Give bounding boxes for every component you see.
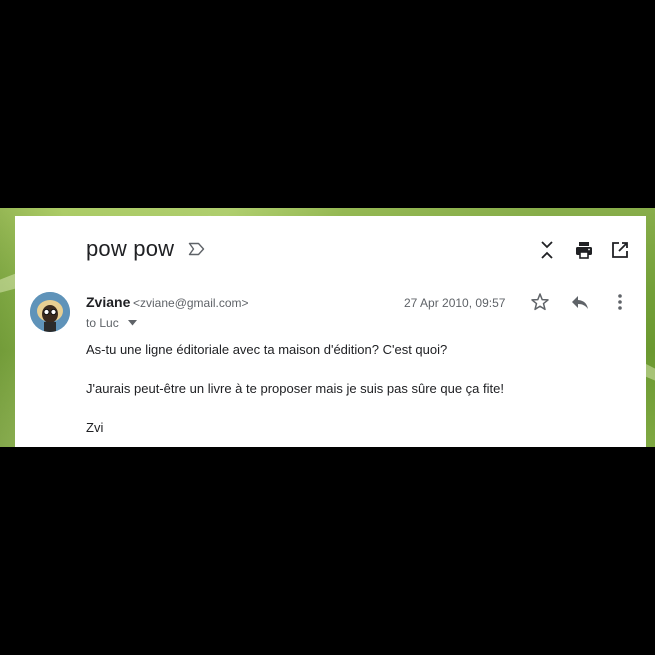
caret-down-icon[interactable] (128, 320, 137, 326)
email-body-line: J'aurais peut-être un livre à te propose… (86, 381, 504, 396)
reply-icon[interactable] (570, 292, 590, 312)
sender-email: <zviane@gmail.com> (133, 296, 249, 310)
open-in-new-window-icon[interactable] (610, 240, 630, 260)
star-icon[interactable] (530, 292, 550, 312)
sender-avatar[interactable] (30, 292, 70, 332)
collapse-all-icon[interactable] (537, 240, 557, 260)
label-icon[interactable] (188, 242, 205, 256)
print-icon[interactable] (574, 240, 594, 260)
email-date: 27 Apr 2010, 09:57 (404, 296, 506, 310)
email-view: pow pow Zviane <zviane@gmail.com> 27 Apr… (15, 216, 646, 447)
recipient-line: to Luc (86, 316, 119, 330)
email-subject: pow pow (86, 236, 175, 261)
more-vert-icon[interactable] (610, 292, 630, 312)
sender-name: Zviane (86, 294, 131, 310)
email-signature: Zvi (86, 420, 104, 435)
email-body-line: As-tu une ligne éditoriale avec ta maiso… (86, 342, 448, 357)
